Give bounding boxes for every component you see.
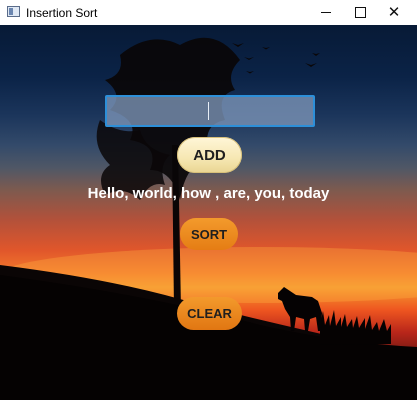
background-scenery <box>0 37 417 400</box>
title-bar: Insertion Sort ✕ <box>0 0 417 25</box>
sunset-background: ADD Hello, world, how , are, you, today … <box>0 25 417 400</box>
app-window-icon <box>7 6 20 17</box>
window-title: Insertion Sort <box>26 6 98 20</box>
sort-button[interactable]: SORT <box>180 218 238 250</box>
minimize-icon <box>321 12 331 13</box>
output-label: Hello, world, how , are, you, today <box>87 185 330 202</box>
maximize-icon <box>354 7 366 18</box>
close-icon: ✕ <box>387 3 401 21</box>
text-cursor <box>208 102 209 120</box>
clear-button[interactable]: CLEAR <box>177 297 242 330</box>
close-button[interactable]: ✕ <box>371 0 417 25</box>
add-button[interactable]: ADD <box>177 137 242 173</box>
text-input[interactable] <box>105 95 315 127</box>
